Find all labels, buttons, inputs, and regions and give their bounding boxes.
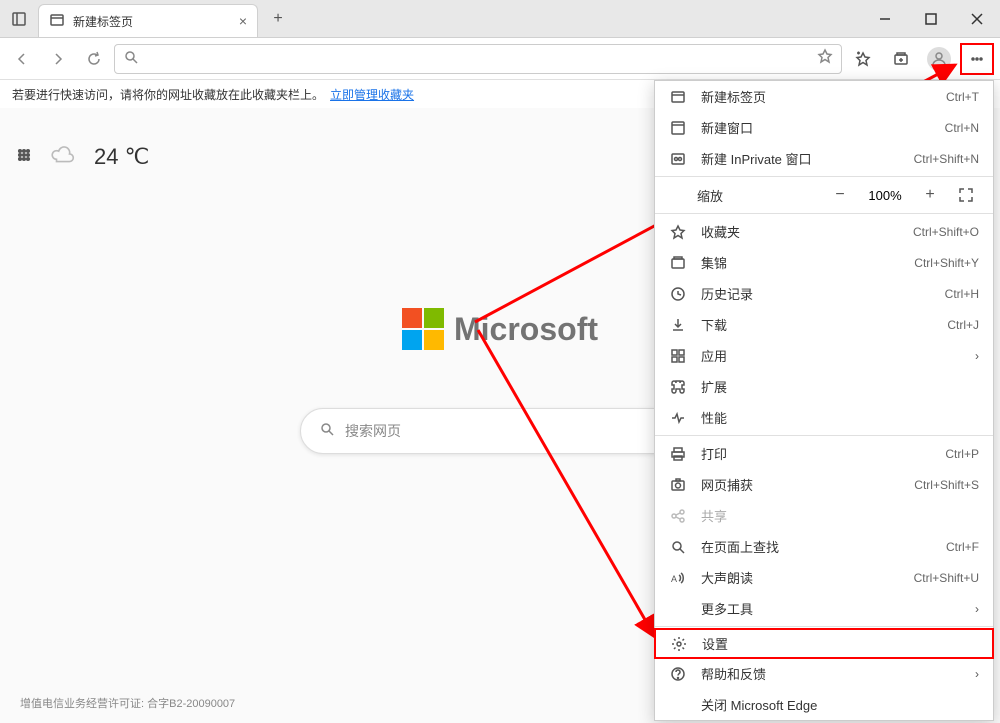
- chevron-right-icon: ›: [975, 602, 979, 616]
- search-icon: [123, 49, 139, 68]
- maximize-button[interactable]: [908, 0, 954, 37]
- menu-find[interactable]: 在页面上查找 Ctrl+F: [655, 531, 993, 562]
- print-icon: [669, 446, 687, 462]
- top-widgets: 24 ℃: [16, 144, 149, 170]
- tab-icon: [669, 89, 687, 105]
- profile-button[interactable]: [922, 43, 956, 75]
- menu-read-aloud[interactable]: A 大声朗读 Ctrl+Shift+U: [655, 562, 993, 593]
- search-box[interactable]: 搜索网页: [300, 408, 700, 454]
- search-placeholder: 搜索网页: [345, 421, 401, 441]
- browser-tab[interactable]: 新建标签页 ×: [38, 4, 258, 37]
- svg-text:A: A: [671, 574, 677, 584]
- forward-button[interactable]: [42, 43, 74, 75]
- tab-actions-button[interactable]: [0, 0, 38, 37]
- close-window-button[interactable]: [954, 0, 1000, 37]
- menu-collections[interactable]: 集锦 Ctrl+Shift+Y: [655, 247, 993, 278]
- share-icon: [669, 508, 687, 524]
- footer-license: 增值电信业务经营许可证: 合字B2-20090007: [20, 695, 235, 711]
- address-bar[interactable]: [114, 44, 842, 74]
- menu-help[interactable]: 帮助和反馈 ›: [655, 658, 993, 689]
- tab-favicon-icon: [49, 12, 65, 31]
- menu-new-window[interactable]: 新建窗口 Ctrl+N: [655, 112, 993, 143]
- apps-grid-icon[interactable]: [16, 147, 32, 168]
- inprivate-icon: [669, 151, 687, 167]
- find-icon: [669, 539, 687, 555]
- new-tab-button[interactable]: +: [262, 0, 294, 37]
- menu-new-inprivate[interactable]: 新建 InPrivate 窗口 Ctrl+Shift+N: [655, 143, 993, 174]
- menu-extensions[interactable]: 扩展: [655, 371, 993, 402]
- menu-more-tools[interactable]: 更多工具 ›: [655, 593, 993, 624]
- menu-favorites[interactable]: 收藏夹 Ctrl+Shift+O: [655, 216, 993, 247]
- gear-icon: [670, 636, 688, 652]
- zoom-value: 100%: [863, 188, 907, 203]
- favorites-bar-message: 若要进行快速访问，请将你的网址收藏放在此收藏夹栏上。: [12, 86, 324, 103]
- menu-new-tab[interactable]: 新建标签页 Ctrl+T: [655, 81, 993, 112]
- capture-icon: [669, 477, 687, 493]
- performance-icon: [669, 410, 687, 426]
- menu-print[interactable]: 打印 Ctrl+P: [655, 438, 993, 469]
- microsoft-logo: Microsoft: [402, 308, 598, 350]
- star-icon: [669, 224, 687, 240]
- chevron-right-icon: ›: [975, 667, 979, 681]
- download-icon: [669, 317, 687, 333]
- collections-button[interactable]: [884, 43, 918, 75]
- extensions-icon: [669, 379, 687, 395]
- back-button[interactable]: [6, 43, 38, 75]
- menu-downloads[interactable]: 下载 Ctrl+J: [655, 309, 993, 340]
- weather-icon[interactable]: [50, 146, 76, 169]
- search-icon: [319, 421, 335, 442]
- collections-icon: [669, 255, 687, 271]
- menu-performance[interactable]: 性能: [655, 402, 993, 433]
- overflow-menu: 新建标签页 Ctrl+T 新建窗口 Ctrl+N 新建 InPrivate 窗口…: [654, 80, 994, 721]
- menu-apps[interactable]: 应用 ›: [655, 340, 993, 371]
- window-controls: [862, 0, 1000, 37]
- fullscreen-button[interactable]: [953, 182, 979, 208]
- titlebar: 新建标签页 × +: [0, 0, 1000, 38]
- manage-favorites-link[interactable]: 立即管理收藏夹: [330, 86, 414, 103]
- menu-zoom-row: 缩放 − 100% +: [655, 179, 993, 211]
- microsoft-logo-text: Microsoft: [454, 311, 598, 348]
- history-icon: [669, 286, 687, 302]
- zoom-in-button[interactable]: +: [917, 182, 943, 208]
- help-icon: [669, 666, 687, 682]
- zoom-out-button[interactable]: −: [827, 182, 853, 208]
- menu-settings[interactable]: 设置: [654, 628, 994, 659]
- apps-icon: [669, 348, 687, 364]
- menu-close-edge[interactable]: 关闭 Microsoft Edge: [655, 689, 993, 720]
- minimize-button[interactable]: [862, 0, 908, 37]
- menu-share: 共享: [655, 500, 993, 531]
- favorites-button[interactable]: [846, 43, 880, 75]
- chevron-right-icon: ›: [975, 349, 979, 363]
- read-aloud-icon: A: [669, 570, 687, 586]
- microsoft-logo-icon: [402, 308, 444, 350]
- refresh-button[interactable]: [78, 43, 110, 75]
- tab-close-button[interactable]: ×: [239, 13, 247, 29]
- favorite-star-button[interactable]: [817, 48, 833, 69]
- temperature-value[interactable]: 24 ℃: [94, 144, 149, 170]
- menu-history[interactable]: 历史记录 Ctrl+H: [655, 278, 993, 309]
- toolbar: [0, 38, 1000, 80]
- menu-web-capture[interactable]: 网页捕获 Ctrl+Shift+S: [655, 469, 993, 500]
- avatar-icon: [927, 47, 951, 71]
- more-menu-button[interactable]: [960, 43, 994, 75]
- tab-title: 新建标签页: [73, 13, 231, 30]
- window-icon: [669, 120, 687, 136]
